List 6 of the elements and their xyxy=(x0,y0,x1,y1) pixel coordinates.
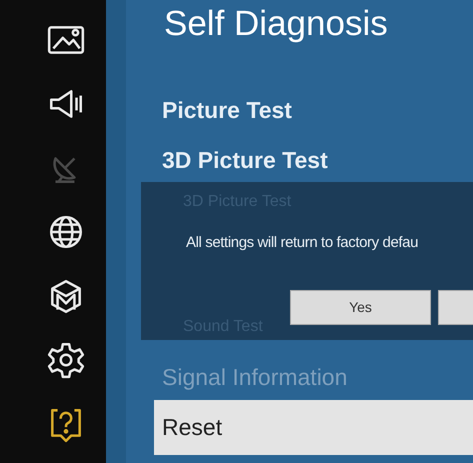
menu-item[interactable]: 3D Picture Test xyxy=(154,140,473,180)
menu-item[interactable]: Picture Test xyxy=(154,88,473,133)
menu-item[interactable]: Reset xyxy=(154,400,473,455)
dialog-button[interactable]: Yes xyxy=(290,290,431,325)
dialog-message: All settings will return to factory defau xyxy=(186,233,418,253)
page-title: Self Diagnosis xyxy=(163,3,389,45)
